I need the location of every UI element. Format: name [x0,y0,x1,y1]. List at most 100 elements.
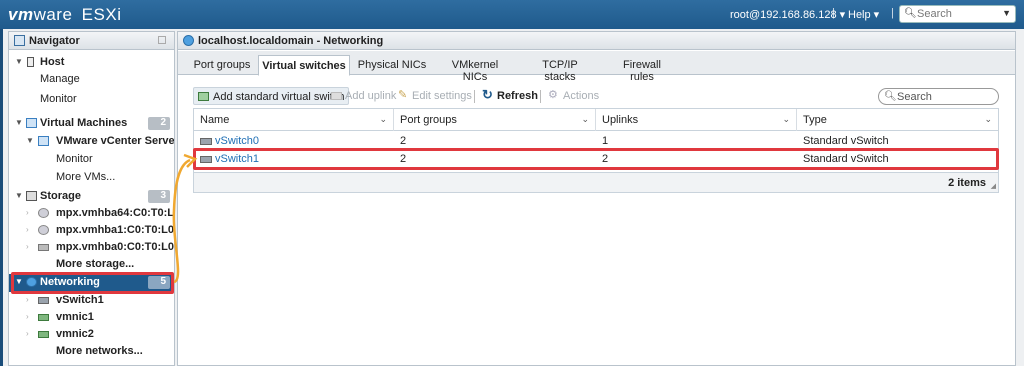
nav-item-storage-device[interactable]: › mpx.vmhba1:C0:T0:L0 [9,222,174,239]
refresh-icon: ↻ [482,87,493,102]
navigator-title: Navigator [29,35,80,47]
user-menu[interactable]: root@192.168.86.128 ▾ [730,8,845,21]
expand-arrow-icon[interactable]: › [26,208,29,217]
expand-arrow-icon[interactable]: › [26,225,29,234]
nic-icon [38,331,49,338]
chevron-down-icon[interactable]: ▼ [1002,8,1011,18]
search-icon: 🔍︎ [904,8,917,19]
refresh-button[interactable]: Refresh [497,87,538,105]
nav-item-storage-device[interactable]: › mpx.vmhba0:C0:T0:L0 [9,239,174,256]
vm-icon [38,136,49,146]
chevron-down-icon[interactable]: ⌄ [782,114,790,125]
nav-item-label: Monitor [56,153,93,165]
nav-item-label: More VMs... [56,171,116,183]
nav-item-host[interactable]: ▼ Host [9,54,174,71]
nav-item-storage[interactable]: ▼ Storage 3 [9,188,174,205]
nav-item-storage-device[interactable]: › mpx.vmhba64:C0:T0:L0 [9,205,174,222]
logo-brand: vm [8,5,34,24]
vswitch-link[interactable]: vSwitch0 [215,135,259,147]
grid-search-placeholder: Search [897,91,932,103]
expand-arrow-icon[interactable]: ▼ [15,191,23,200]
nav-item-more-vms[interactable]: More VMs... [9,169,174,186]
column-header-label: Name [200,114,230,126]
column-header-port-groups[interactable]: Port groups ⌄ [394,109,596,131]
nav-item-label: vSwitch1 [56,294,104,306]
tab-port-groups[interactable]: Port groups [186,55,258,75]
nav-item-vmnic1[interactable]: › vmnic1 [9,309,174,326]
add-standard-vswitch-button[interactable]: Add standard virtual switch [193,87,350,105]
hard-disk-icon [38,244,49,251]
nav-item-virtual-machines[interactable]: ▼ Virtual Machines 2 [9,115,174,132]
button-label: Actions [563,90,600,102]
disk-icon [38,208,49,218]
page-title: localhost.localdomain - Networking [198,35,384,47]
chevron-down-icon[interactable]: ⌄ [379,114,387,125]
expand-arrow-icon[interactable]: ▼ [26,136,34,145]
networking-panel: localhost.localdomain - Networking Port … [177,31,1016,366]
logo-product: ESXi [81,5,122,24]
button-label: Add standard virtual switch [213,91,345,103]
resize-grip-icon[interactable]: ◢ [991,182,996,190]
top-separator: | [832,7,835,19]
nav-item-vm-monitor[interactable]: Monitor [9,151,174,168]
host-icon [27,57,34,67]
highlight-box-networking [11,272,174,294]
add-uplink-button[interactable]: Add uplink [345,87,396,105]
column-header-type[interactable]: Type ⌄ [797,109,998,131]
count-badge: 2 [148,117,170,130]
chevron-down-icon[interactable]: ⌄ [984,114,992,125]
annotation-arrow [172,153,198,284]
expand-arrow-icon[interactable]: › [26,329,29,338]
button-label: Add uplink [345,90,397,102]
tab-tcpip-stacks[interactable]: TCP/IP stacks [526,55,594,83]
expand-arrow-icon[interactable]: ▼ [15,57,23,66]
expand-arrow-icon[interactable]: › [26,312,29,321]
pencil-icon: ✎ [398,89,408,101]
top-separator: | [891,7,894,19]
tab-firewall-rules[interactable]: Firewall rules [610,55,674,83]
nav-item-label: mpx.vmhba64:C0:T0:L0 [56,207,175,219]
nav-item-label: VMware vCenter Server [56,135,175,147]
uplink-icon [331,92,342,100]
top-bar: vmware ESXi root@192.168.86.128 ▾ | Help… [0,0,1024,29]
tab-physical-nics[interactable]: Physical NICs [356,55,428,75]
navigator-header: Navigator [9,32,174,50]
tab-vmkernel-nics[interactable]: VMkernel NICs [440,55,510,83]
nav-item-label: Manage [40,73,80,85]
nav-item-host-manage[interactable]: Manage [9,71,174,88]
actions-button[interactable]: Actions [563,87,599,105]
navigator-panel: Navigator ▼ Host Manage Monitor ▼ Virtua… [8,31,175,366]
nav-item-label: Monitor [40,93,77,105]
expand-arrow-icon[interactable]: ▼ [15,118,23,127]
nav-item-vmnic2[interactable]: › vmnic2 [9,326,174,343]
nav-item-label: vmnic2 [56,328,94,340]
collapse-icon[interactable] [158,36,166,44]
global-search-input[interactable]: 🔍︎ Search ▼ [899,5,1016,23]
tab-virtual-switches[interactable]: Virtual switches [258,55,350,76]
nav-item-host-monitor[interactable]: Monitor [9,91,174,108]
nav-item-label: More networks... [56,345,143,357]
global-search-placeholder: Search [917,8,952,20]
nav-item-more-storage[interactable]: More storage... [9,256,174,273]
edit-settings-button[interactable]: Edit settings [412,87,472,105]
navigator-icon [14,35,25,46]
grid-search-input[interactable]: 🔍︎ Search [878,88,999,105]
expand-arrow-icon[interactable]: › [26,295,29,304]
nav-item-more-networks[interactable]: More networks... [9,343,174,360]
window-left-edge [0,0,3,366]
globe-icon [183,35,194,46]
nav-item-label: Storage [40,190,81,202]
column-header-label: Port groups [400,114,457,126]
column-header-uplinks[interactable]: Uplinks ⌄ [596,109,797,131]
button-label: Refresh [497,90,538,102]
nav-item-vcenter-server[interactable]: ▼ VMware vCenter Server [9,133,174,150]
column-header-name[interactable]: Name ⌄ [194,109,394,131]
expand-arrow-icon[interactable]: › [26,242,29,251]
help-menu[interactable]: Help ▾ [848,8,879,21]
gear-icon: ⚙ [548,89,558,101]
vmware-esxi-logo: vmware ESXi [8,5,121,25]
nav-item-vswitch1[interactable]: › vSwitch1 [9,292,174,309]
chevron-down-icon[interactable]: ⌄ [581,114,589,125]
column-header-label: Type [803,114,827,126]
logo-brand-suffix: ware [33,5,73,24]
